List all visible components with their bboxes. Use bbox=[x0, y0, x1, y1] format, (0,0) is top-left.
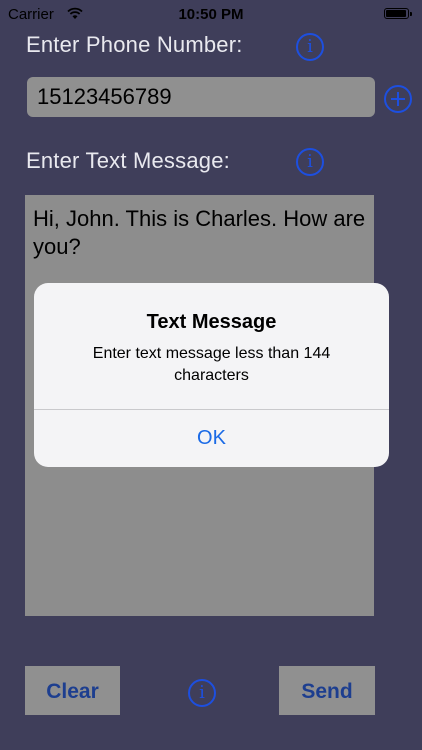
send-button[interactable]: Send bbox=[279, 666, 375, 715]
alert-ok-button[interactable]: OK bbox=[34, 410, 389, 467]
info-icon[interactable]: i bbox=[188, 679, 216, 707]
phone-number-input[interactable] bbox=[27, 77, 375, 117]
add-contact-icon[interactable] bbox=[384, 85, 412, 113]
alert-message: Enter text message less than 144 charact… bbox=[92, 345, 331, 384]
clear-button[interactable]: Clear bbox=[25, 666, 120, 715]
message-label: Enter Text Message: bbox=[26, 148, 230, 173]
alert-dialog: Text Message Enter text message less tha… bbox=[34, 283, 389, 467]
phone-label: Enter Phone Number: bbox=[26, 32, 243, 57]
info-icon[interactable]: i bbox=[296, 33, 324, 61]
info-icon[interactable]: i bbox=[296, 148, 324, 176]
alert-title: Text Message bbox=[146, 311, 277, 333]
